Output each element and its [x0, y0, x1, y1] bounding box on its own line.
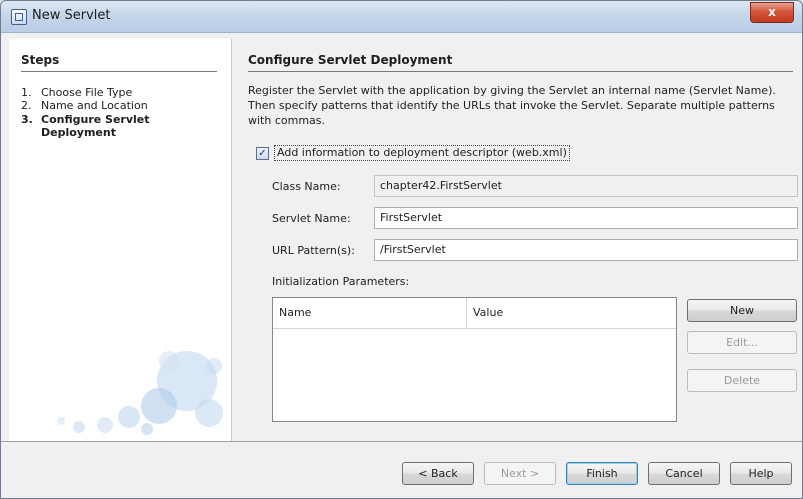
- close-button[interactable]: x: [750, 2, 794, 23]
- finish-button[interactable]: Finish: [566, 462, 638, 485]
- step-number: 2.: [21, 99, 32, 112]
- step-number: 3.: [21, 113, 33, 126]
- help-button[interactable]: Help: [730, 462, 792, 485]
- init-params-table[interactable]: Name Value: [272, 297, 677, 422]
- decorative-bubbles-graphic: [57, 351, 223, 435]
- init-params-label: Initialization Parameters:: [272, 275, 410, 288]
- section-heading: Configure Servlet Deployment: [248, 53, 793, 72]
- servlet-name-input[interactable]: FirstServlet: [374, 207, 798, 229]
- class-name-label: Class Name:: [272, 180, 341, 193]
- new-param-button[interactable]: New: [687, 299, 797, 322]
- class-name-field[interactable]: chapter42.FirstServlet: [374, 175, 798, 197]
- window-title: New Servlet: [32, 8, 111, 23]
- column-header-value[interactable]: Value: [467, 298, 676, 328]
- delete-param-button[interactable]: Delete: [687, 369, 797, 392]
- column-header-name[interactable]: Name: [273, 298, 467, 328]
- title-bar: New Servlet x: [1, 1, 802, 33]
- step-number: 1.: [21, 86, 32, 99]
- deployment-descriptor-checkbox-label[interactable]: Add information to deployment descriptor…: [274, 145, 570, 161]
- step-label: Name and Location: [41, 99, 148, 112]
- deployment-descriptor-checkbox[interactable]: ✓: [256, 147, 269, 160]
- close-icon: x: [768, 5, 776, 19]
- new-servlet-dialog: New Servlet x Steps 1. Choose File Type …: [0, 0, 803, 499]
- step-label: Choose File Type: [41, 86, 133, 99]
- steps-heading: Steps: [21, 53, 217, 72]
- step-label: Configure Servlet Deployment: [41, 113, 150, 139]
- back-button[interactable]: < Back: [402, 462, 474, 485]
- url-pattern-input[interactable]: /FirstServlet: [374, 239, 798, 261]
- steps-panel: Steps 1. Choose File Type 2. Name and Lo…: [9, 39, 232, 441]
- init-params-table-header: Name Value: [273, 298, 676, 329]
- section-description: Register the Servlet with the applicatio…: [248, 84, 776, 127]
- edit-param-button[interactable]: Edit...: [687, 331, 797, 354]
- window-app-icon: [11, 9, 27, 25]
- cancel-button[interactable]: Cancel: [648, 462, 720, 485]
- content-panel: Configure Servlet Deployment Register th…: [232, 39, 802, 441]
- wizard-button-bar: < Back Next > Finish Cancel Help: [1, 441, 802, 498]
- next-button[interactable]: Next >: [484, 462, 556, 485]
- url-pattern-label: URL Pattern(s):: [272, 244, 355, 257]
- servlet-name-label: Servlet Name:: [272, 212, 351, 225]
